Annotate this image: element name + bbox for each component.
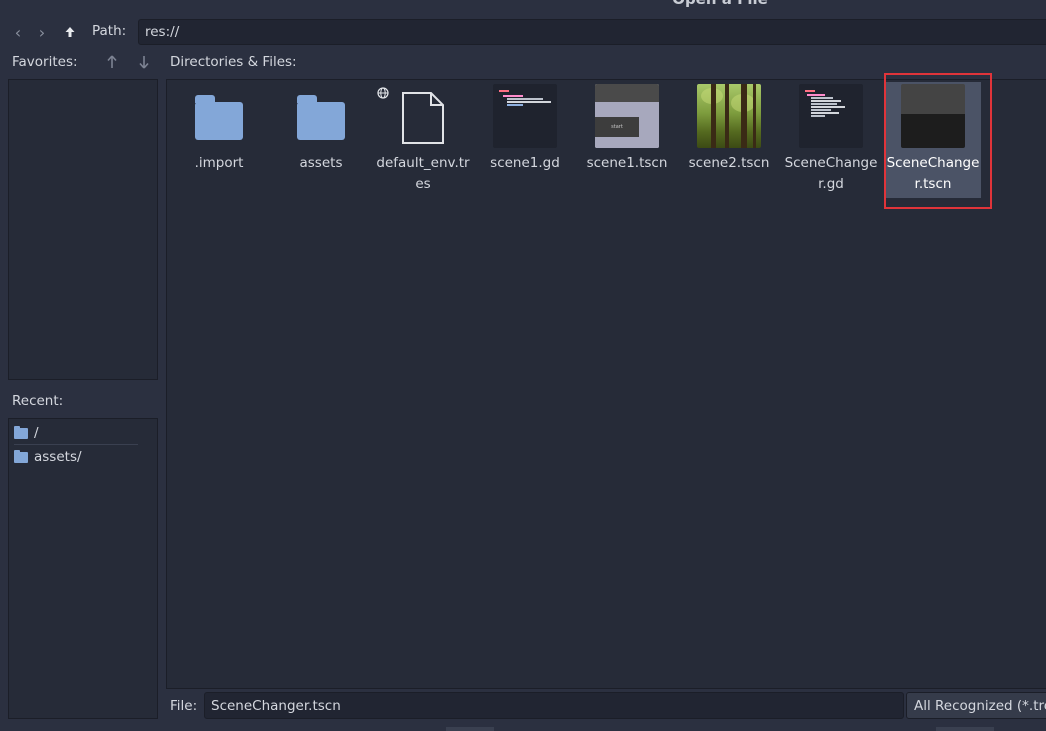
scene-thumbnail: start — [595, 84, 659, 148]
file-name: SceneChanger.gd — [784, 155, 878, 192]
path-label: Path: — [92, 23, 127, 39]
script-thumbnail — [493, 84, 557, 148]
back-button[interactable]: ‹ — [7, 19, 29, 45]
file-name-input[interactable]: SceneChanger.tscn — [204, 692, 904, 719]
arrow-down-icon — [139, 56, 149, 69]
script-thumbnail — [799, 84, 863, 148]
file-name: scene2.tscn — [688, 155, 770, 171]
recent-label: Recent: — [12, 393, 64, 409]
file-name: scene1.gd — [490, 155, 560, 171]
file-name: assets — [299, 155, 343, 171]
file-name: default_env.tres — [376, 155, 470, 192]
file-item-import[interactable]: .import — [171, 82, 267, 198]
folder-icon — [289, 84, 353, 148]
file-name: .import — [194, 155, 244, 171]
path-bar: ‹ › Path: res:// — [0, 19, 1046, 45]
window-title: Open a File — [0, 0, 1046, 10]
file-item-default-env[interactable]: default_env.tres — [375, 82, 471, 198]
file-item-scene1-tscn[interactable]: start scene1.tscn — [579, 82, 675, 198]
path-input[interactable]: res:// — [138, 19, 1046, 45]
directories-files-label: Directories & Files: — [170, 54, 297, 70]
chevron-right-icon: › — [38, 22, 46, 42]
globe-icon — [377, 87, 389, 99]
recent-list[interactable]: / assets/ — [8, 418, 158, 719]
recent-item-root[interactable]: / — [14, 422, 138, 444]
divider — [14, 444, 138, 445]
file-item-scene1-gd[interactable]: scene1.gd — [477, 82, 573, 198]
recent-item-assets[interactable]: assets/ — [14, 446, 138, 468]
file-label: File: — [170, 698, 198, 714]
file-item-assets[interactable]: assets — [273, 82, 369, 198]
forward-button[interactable]: › — [31, 19, 53, 45]
scene-thumb-button-label: start — [595, 117, 639, 137]
cancel-button-edge[interactable] — [936, 727, 994, 731]
resource-thumb — [377, 84, 455, 148]
favorites-list[interactable] — [8, 79, 158, 380]
arrow-up-icon — [65, 27, 75, 37]
recent-item-label: / — [34, 425, 39, 441]
folder-icon — [14, 425, 28, 439]
file-name: scene1.tscn — [586, 155, 668, 171]
favorites-label: Favorites: — [12, 54, 78, 70]
chevron-left-icon: ‹ — [14, 22, 22, 42]
go-up-button[interactable] — [59, 19, 81, 45]
file-item-scenechanger-gd[interactable]: SceneChanger.gd — [783, 82, 879, 198]
file-icon — [402, 92, 444, 144]
recent-item-label: assets/ — [34, 449, 82, 465]
folder-icon — [14, 449, 28, 463]
file-filter-select[interactable]: All Recognized (*.tres — [906, 692, 1046, 719]
favorite-move-down-button[interactable] — [135, 52, 153, 72]
folder-icon — [187, 84, 251, 148]
open-button-edge[interactable] — [446, 727, 494, 731]
selection-highlight-box — [884, 73, 992, 209]
scene-thumbnail — [697, 84, 761, 148]
file-item-scene2-tscn[interactable]: scene2.tscn — [681, 82, 777, 198]
arrow-up-icon — [107, 55, 117, 68]
favorite-move-up-button[interactable] — [103, 52, 121, 72]
